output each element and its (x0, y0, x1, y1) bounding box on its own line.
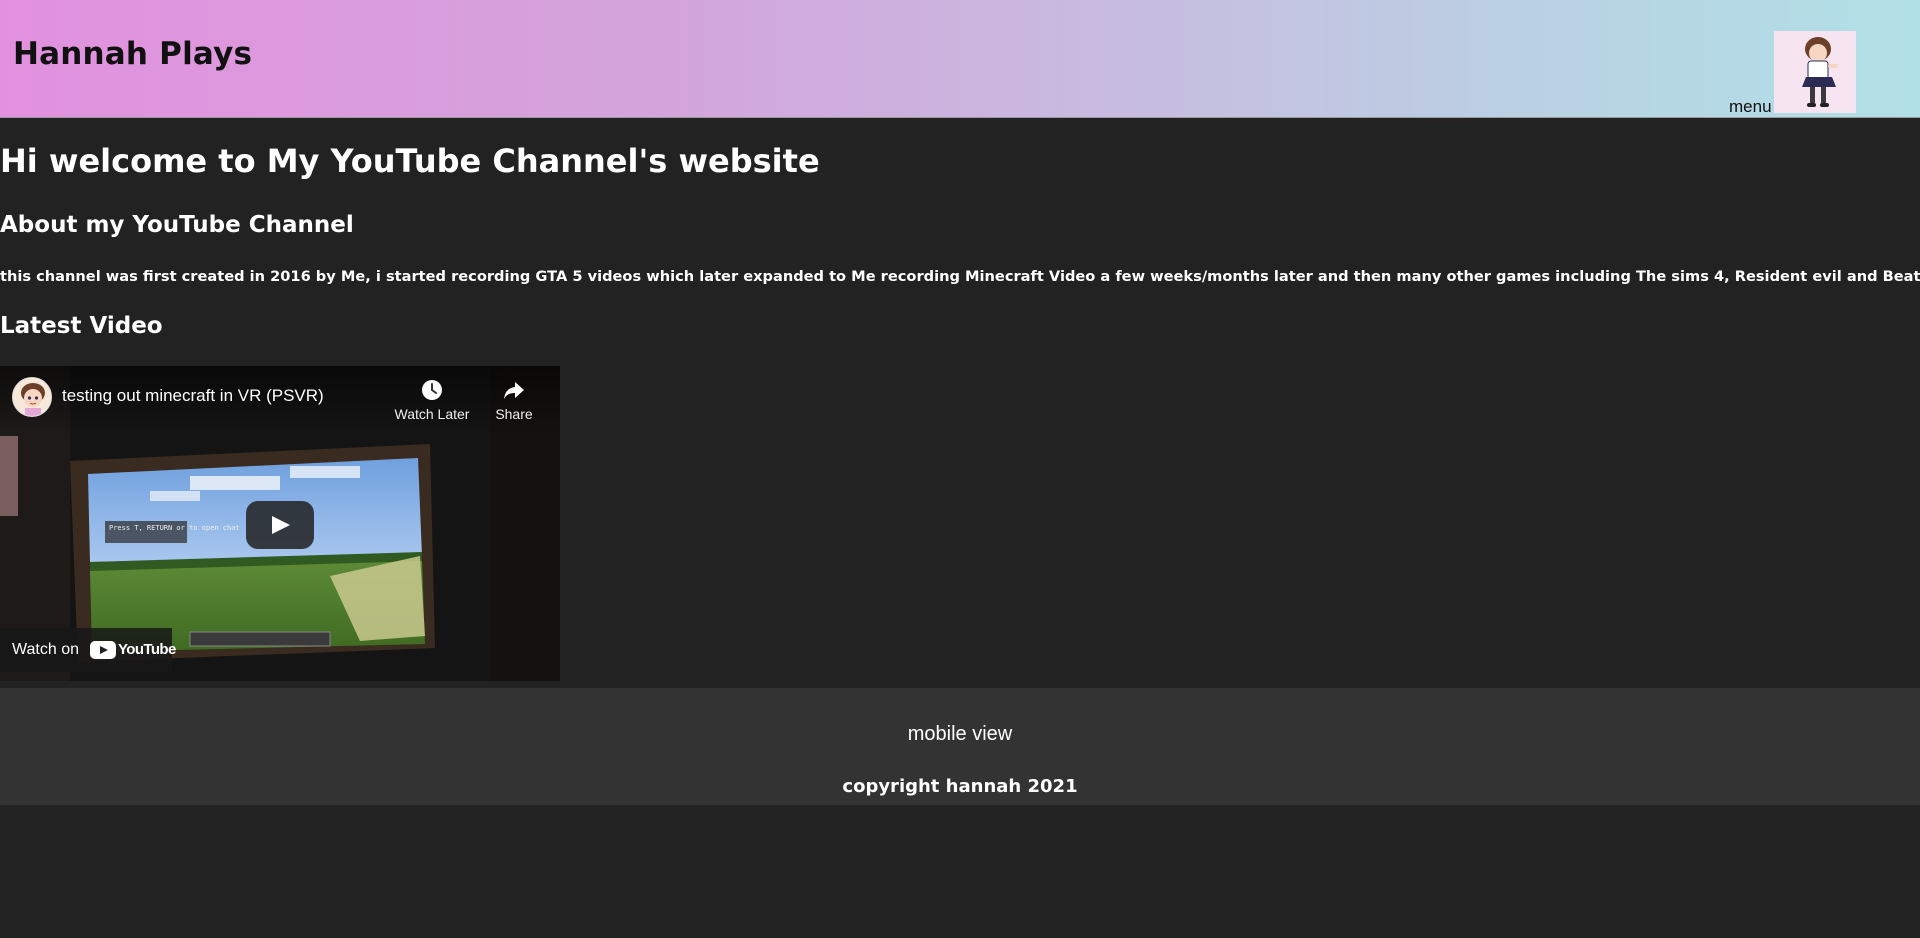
youtube-video-embed[interactable]: Press T, RETURN or to open chat testing … (0, 366, 560, 681)
watch-on-youtube-button[interactable]: Watch on YouTube (0, 628, 176, 672)
avatar[interactable] (1774, 31, 1856, 113)
about-text: this channel was first created in 2016 b… (0, 268, 1920, 285)
clock-icon (387, 376, 477, 404)
mobile-view-link[interactable]: mobile view (0, 723, 1920, 746)
share-label: Share (495, 406, 533, 422)
watch-on-label: Watch on (12, 641, 79, 658)
video-title[interactable]: testing out minecraft in VR (PSVR) (62, 386, 324, 406)
play-button[interactable] (246, 501, 314, 549)
about-heading: About my YouTube Channel (0, 212, 354, 238)
watch-later-button[interactable]: Watch Later (387, 376, 477, 422)
youtube-logo-text: YouTube (118, 641, 176, 658)
play-icon (272, 516, 290, 534)
share-button[interactable]: Share (469, 376, 559, 422)
page-title: Hi welcome to My YouTube Channel's websi… (0, 142, 820, 180)
anime-character-avatar-icon (1774, 31, 1856, 113)
chat-hint-text: Press T, RETURN or to open chat (109, 524, 240, 532)
copyright-text: copyright hannah 2021 (842, 776, 1078, 797)
channel-avatar-icon (13, 378, 51, 416)
watch-later-label: Watch Later (394, 406, 470, 422)
latest-video-heading: Latest Video (0, 313, 163, 339)
menu-button[interactable]: menu (1729, 97, 1772, 117)
site-footer: mobile view copyright hannah 2021 (0, 688, 1920, 805)
share-arrow-icon (469, 376, 559, 404)
channel-avatar[interactable] (12, 377, 52, 417)
site-header: Hannah Plays menu (0, 0, 1920, 118)
youtube-logo-icon (90, 641, 116, 659)
site-title[interactable]: Hannah Plays (13, 36, 252, 72)
